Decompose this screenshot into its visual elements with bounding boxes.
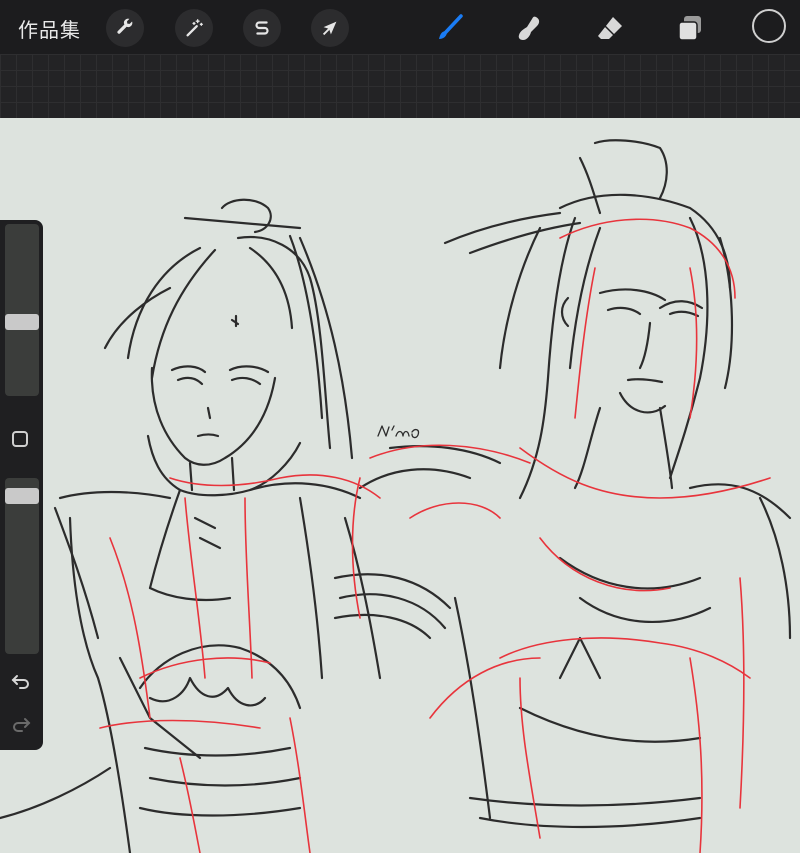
- left-sidebar: [0, 220, 43, 750]
- canvas-grid-margin: [0, 54, 800, 118]
- layers-button[interactable]: [673, 11, 707, 45]
- left-figure-sketch: [0, 198, 362, 853]
- selection-s-icon: [255, 21, 269, 35]
- brush-tool-button[interactable]: [432, 11, 466, 45]
- right-figure-sketch: [333, 139, 792, 829]
- color-picker-button[interactable]: [752, 9, 786, 43]
- sketch-artwork: [0, 139, 792, 853]
- opacity-thumb[interactable]: [5, 488, 39, 504]
- layers-icon: [678, 16, 701, 41]
- brush-size-thumb[interactable]: [5, 314, 39, 330]
- brush-icon: [439, 14, 463, 39]
- modify-square-icon[interactable]: [12, 431, 28, 447]
- smudge-tool-button[interactable]: [512, 11, 546, 45]
- adjustments-button[interactable]: [175, 9, 213, 47]
- undo-icon[interactable]: [10, 670, 32, 692]
- wrench-icon: [117, 18, 133, 34]
- opacity-slider[interactable]: [5, 478, 39, 654]
- arrow-cursor-icon: [322, 21, 337, 36]
- actions-button[interactable]: [106, 9, 144, 47]
- redo-icon[interactable]: [10, 713, 32, 735]
- brush-size-slider[interactable]: [5, 224, 39, 396]
- eraser-tool-button[interactable]: [593, 11, 627, 45]
- artist-signature: [377, 425, 420, 439]
- top-toolbar: 作品集: [0, 0, 800, 54]
- transform-button[interactable]: [311, 9, 349, 47]
- smudge-finger-icon: [518, 16, 540, 40]
- gallery-button[interactable]: 作品集: [18, 14, 81, 43]
- selection-button[interactable]: [243, 9, 281, 47]
- eraser-icon: [598, 17, 622, 39]
- magic-wand-icon: [186, 19, 203, 37]
- drawing-canvas[interactable]: [0, 118, 800, 853]
